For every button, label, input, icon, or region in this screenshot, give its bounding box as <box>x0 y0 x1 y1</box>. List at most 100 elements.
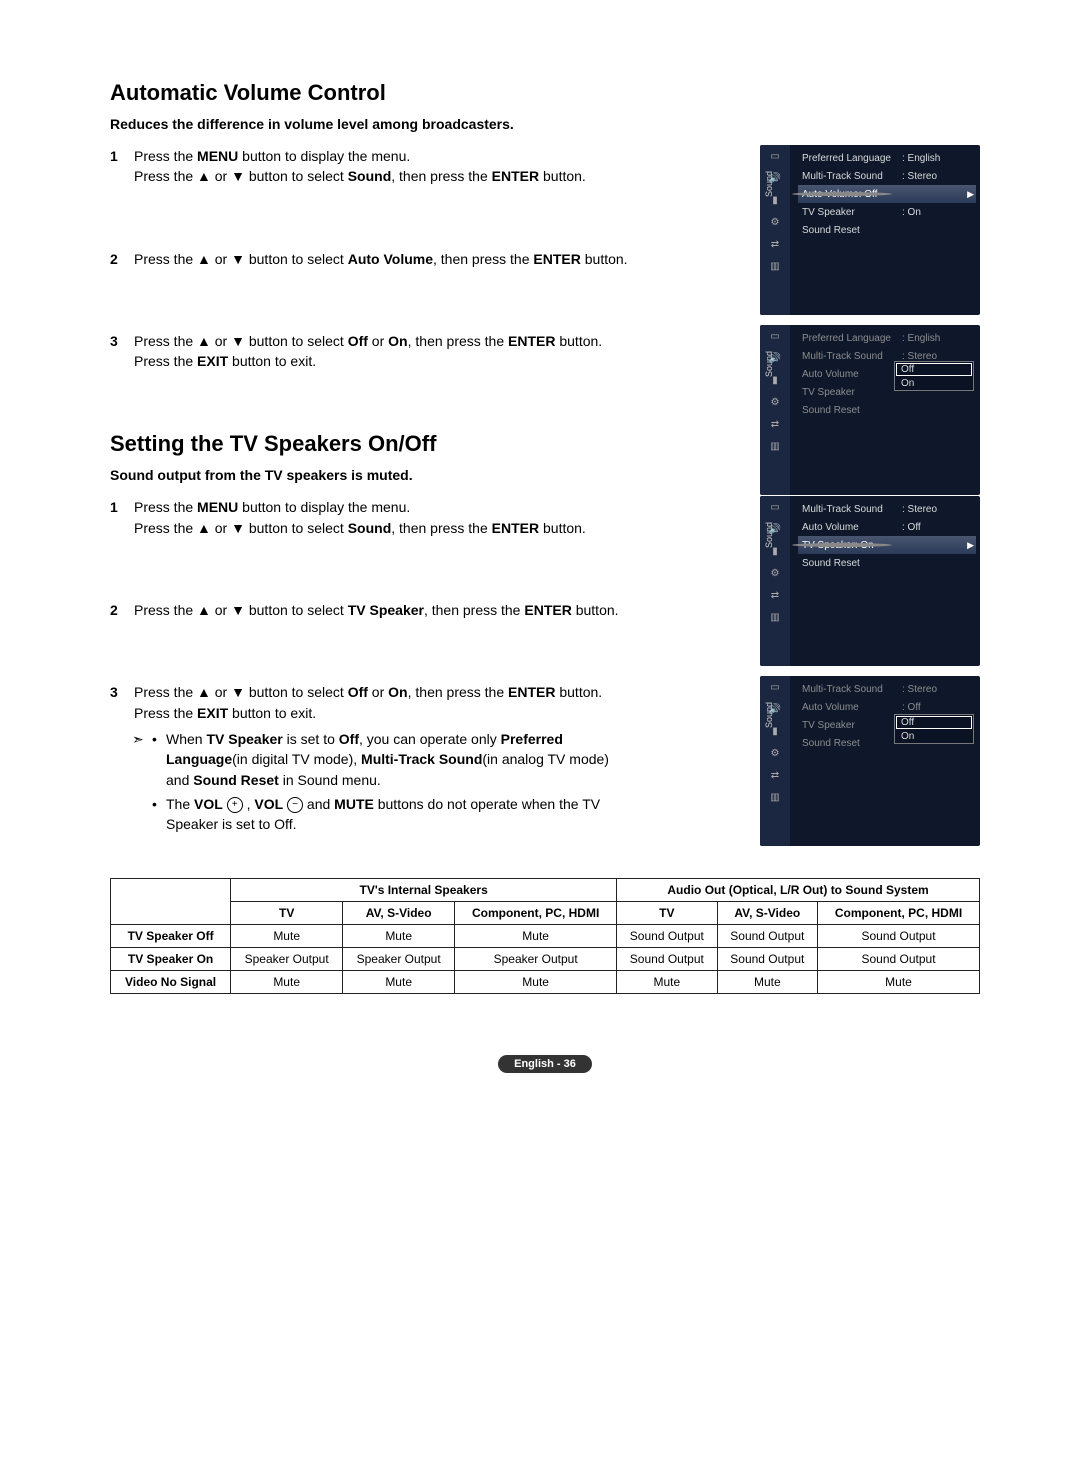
text: , then press the <box>391 168 491 184</box>
text: Press the ▲ or ▼ button to select <box>134 684 348 700</box>
kw-enter: ENTER <box>492 168 539 184</box>
text: , you can operate only <box>359 731 501 747</box>
step-number: 2 <box>110 249 134 269</box>
step-body: Press the MENU button to display the men… <box>134 497 630 538</box>
group-header-audio-out: Audio Out (Optical, L/R Out) to Sound Sy… <box>617 879 980 902</box>
osd-row-mts: Multi-Track Sound: Stereo <box>798 680 976 698</box>
cell: Mute <box>617 971 717 994</box>
text: button. <box>539 168 586 184</box>
input-icon: ⇄ <box>768 768 782 782</box>
cell: Speaker Output <box>343 948 455 971</box>
picture-icon: ▭ <box>768 500 782 514</box>
note-item: When TV Speaker is set to Off, you can o… <box>152 729 630 790</box>
osd-tab-label: Sound <box>764 702 774 728</box>
text: , then press the <box>424 602 524 618</box>
step-number: 1 <box>110 146 134 187</box>
text: Press the <box>134 705 197 721</box>
kw-enter: ENTER <box>524 602 571 618</box>
note-item: The VOL + , VOL − and MUTE buttons do no… <box>152 794 630 835</box>
step-body: Press the ▲ or ▼ button to select Auto V… <box>134 249 630 269</box>
group-header-internal: TV's Internal Speakers <box>231 879 617 902</box>
vol-plus-icon: + <box>227 797 243 813</box>
text: Press the ▲ or ▼ button to select <box>134 602 348 618</box>
note-block: When TV Speaker is set to Off, you can o… <box>134 729 630 834</box>
osd-option-popup: Off On <box>894 714 974 744</box>
kw-mute: MUTE <box>334 796 374 812</box>
arrow-right-icon: ▶ <box>967 540 974 551</box>
text: Press the <box>134 148 197 164</box>
osd-row-sound-reset: Sound Reset <box>798 221 976 239</box>
cell: Sound Output <box>717 925 817 948</box>
setup-icon: ⚙ <box>768 215 782 229</box>
cell: Mute <box>231 925 343 948</box>
text: button. <box>572 602 619 618</box>
table-row: TV Speaker Off Mute Mute Mute Sound Outp… <box>111 925 980 948</box>
osd-option-on: On <box>895 377 973 390</box>
step-body: Press the ▲ or ▼ button to select Off or… <box>134 682 630 838</box>
step-number: 1 <box>110 497 134 538</box>
text: , then press the <box>391 520 491 536</box>
step-number: 3 <box>110 331 134 372</box>
kw-sound-reset: Sound Reset <box>193 772 279 788</box>
picture-icon: ▭ <box>768 149 782 163</box>
osd-option-off: Off <box>896 716 972 729</box>
kw-on: On <box>388 333 407 349</box>
text: button. <box>555 333 602 349</box>
kw-off: Off <box>348 333 368 349</box>
cell: Mute <box>717 971 817 994</box>
text: button. <box>539 520 586 536</box>
cell: Mute <box>343 971 455 994</box>
step-number: 2 <box>110 600 134 620</box>
text: button to exit. <box>228 353 316 369</box>
osd-row-mts: Multi-Track Sound: Stereo <box>798 167 976 185</box>
cell: Mute <box>455 971 617 994</box>
input-icon: ⇄ <box>768 588 782 602</box>
arrow-right-icon: ▶ <box>967 189 974 200</box>
row-label: TV Speaker Off <box>111 925 231 948</box>
col-header: Component, PC, HDMI <box>455 902 617 925</box>
step-body: Press the ▲ or ▼ button to select TV Spe… <box>134 600 630 620</box>
osd-option-popup: Off On <box>894 361 974 391</box>
table-row: TV Speaker On Speaker Output Speaker Out… <box>111 948 980 971</box>
osd-row-sound-reset: Sound Reset <box>798 401 976 419</box>
app-icon: ▥ <box>768 610 782 624</box>
kw-on: On <box>388 684 407 700</box>
cell: Speaker Output <box>455 948 617 971</box>
section-auto-volume: Automatic Volume Control Reduces the dif… <box>110 80 980 371</box>
osd-tab-label: Sound <box>764 522 774 548</box>
text: , then press the <box>433 251 533 267</box>
osd-row-pref-lang: Preferred Language: English <box>798 149 976 167</box>
kw-vol: VOL <box>254 796 283 812</box>
osd-option-off: Off <box>896 363 972 376</box>
col-header: AV, S-Video <box>717 902 817 925</box>
text: , <box>243 796 255 812</box>
kw-sound: Sound <box>348 520 392 536</box>
subtitle-auto-volume: Reduces the difference in volume level a… <box>110 116 980 132</box>
kw-mts: Multi-Track Sound <box>361 751 482 767</box>
cell: Mute <box>343 925 455 948</box>
osd-row-auto-volume: Auto Volume: Off▶ <box>798 185 976 203</box>
setup-icon: ⚙ <box>768 566 782 580</box>
text: button to display the menu. <box>238 499 410 515</box>
text: Press the ▲ or ▼ button to select <box>134 333 348 349</box>
step-body: Press the ▲ or ▼ button to select Off or… <box>134 331 630 372</box>
osd-body: Multi-Track Sound: Stereo Auto Volume: O… <box>794 496 980 572</box>
text: Press the <box>134 353 197 369</box>
osd-tab-label: Sound <box>764 351 774 377</box>
text: button to exit. <box>228 705 316 721</box>
kw-off: Off <box>339 731 359 747</box>
kw-vol: VOL <box>194 796 223 812</box>
kw-off: Off <box>348 684 368 700</box>
input-icon: ⇄ <box>768 417 782 431</box>
osd-auto-volume-select: ▭ 🔊 ▮ ⚙ ⇄ ▥ Sound Preferred Language: En… <box>760 145 980 315</box>
text: button. <box>555 684 602 700</box>
text: Press the ▲ or ▼ button to select <box>134 168 348 184</box>
kw-enter: ENTER <box>508 684 555 700</box>
subtitle-tv-speakers: Sound output from the TV speakers is mut… <box>110 467 980 483</box>
steps-auto-volume: 1 Press the MENU button to display the m… <box>110 146 630 371</box>
osd-row-pref-lang: Preferred Language: English <box>798 329 976 347</box>
step-1: 1 Press the MENU button to display the m… <box>110 146 630 187</box>
section-tv-speakers: Setting the TV Speakers On/Off Sound out… <box>110 431 980 838</box>
text: button. <box>581 251 628 267</box>
kw-tv-speaker: TV Speaker <box>348 602 424 618</box>
